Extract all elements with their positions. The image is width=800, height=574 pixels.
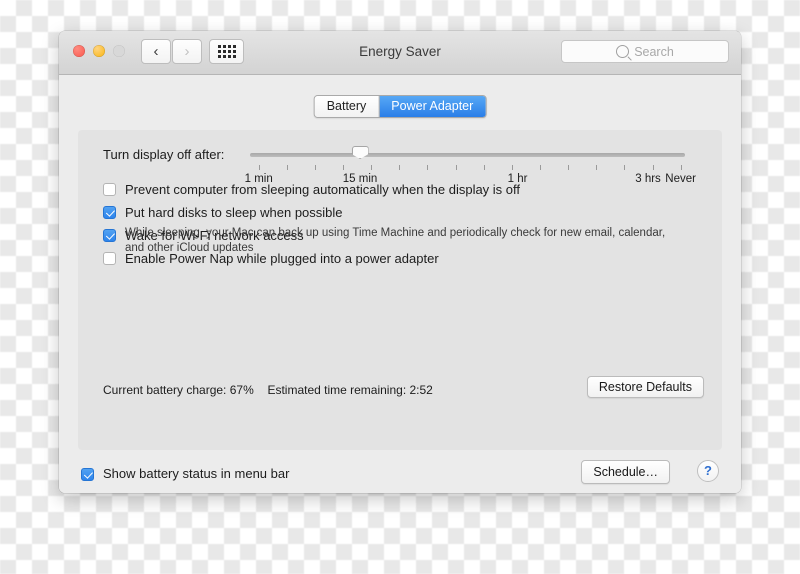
restore-defaults-button[interactable]: Restore Defaults — [586, 376, 704, 398]
slider-tick — [314, 165, 316, 170]
slider-ticks — [250, 165, 685, 172]
checkbox-box[interactable] — [103, 252, 116, 265]
display-sleep-label: Turn display off after: — [103, 147, 225, 162]
slider-tick — [511, 165, 513, 170]
slider-tick — [596, 165, 598, 170]
power-nap-description: While sleeping, your Mac can back up usi… — [125, 227, 666, 254]
checkbox-show-battery-status[interactable]: Show battery status in menu bar — [81, 466, 289, 481]
power-source-tabs[interactable]: Battery Power Adapter — [313, 95, 487, 118]
energy-saver-window: ‹ › Energy Saver Search Battery Power Ad… — [59, 31, 741, 493]
window-body: Battery Power Adapter Turn display off a… — [59, 75, 741, 493]
slider-thumb[interactable] — [351, 146, 369, 159]
battery-charge-text: Current battery charge: 67% — [103, 383, 254, 397]
search-icon — [616, 45, 630, 58]
checkbox-box[interactable] — [103, 206, 116, 219]
slider-tick — [286, 165, 288, 170]
slider-tick — [343, 165, 345, 170]
tab-battery[interactable]: Battery — [314, 96, 379, 117]
slider-tick — [568, 165, 570, 170]
checkbox-hard-disk-sleep[interactable]: Put hard disks to sleep when possible — [103, 205, 343, 220]
tab-power-adapter[interactable]: Power Adapter — [378, 96, 486, 117]
checkbox-box[interactable] — [103, 229, 116, 242]
settings-panel: Turn display off after: 1 min 15 min 1 hr 3… — [78, 130, 722, 450]
schedule-button[interactable]: Schedule… — [581, 460, 670, 484]
slider-tick — [427, 165, 429, 170]
checkbox-label: Prevent computer from sleeping automatic… — [125, 182, 521, 197]
battery-time-remaining-text: Estimated time remaining: 2:52 — [267, 383, 433, 397]
slider-tick — [680, 165, 682, 170]
help-button[interactable]: ? — [697, 460, 719, 482]
slider-tick-label: Never — [665, 173, 696, 185]
slider-tick — [539, 165, 541, 170]
slider-tick — [624, 165, 626, 170]
checkbox-prevent-sleep[interactable]: Prevent computer from sleeping automatic… — [103, 182, 520, 197]
slider-tick — [483, 165, 485, 170]
slider-tick — [399, 165, 401, 170]
checkbox-box[interactable] — [81, 467, 94, 481]
slider-track[interactable] — [250, 153, 685, 157]
slider-tick — [258, 165, 260, 170]
slider-tick — [652, 165, 654, 170]
checkbox-label: Put hard disks to sleep when possible — [125, 205, 343, 220]
checkbox-box[interactable] — [103, 183, 116, 196]
checkbox-label: Show battery status in menu bar — [103, 466, 290, 481]
battery-status-text: Current battery charge: 67% Estimated ti… — [103, 383, 433, 397]
slider-tick — [455, 165, 457, 170]
search-placeholder: Search — [634, 44, 674, 59]
slider-tick — [371, 165, 373, 170]
slider-tick-label: 3 hrs — [635, 173, 661, 185]
window-titlebar: ‹ › Energy Saver Search — [59, 31, 741, 75]
search-input[interactable]: Search — [561, 40, 729, 63]
